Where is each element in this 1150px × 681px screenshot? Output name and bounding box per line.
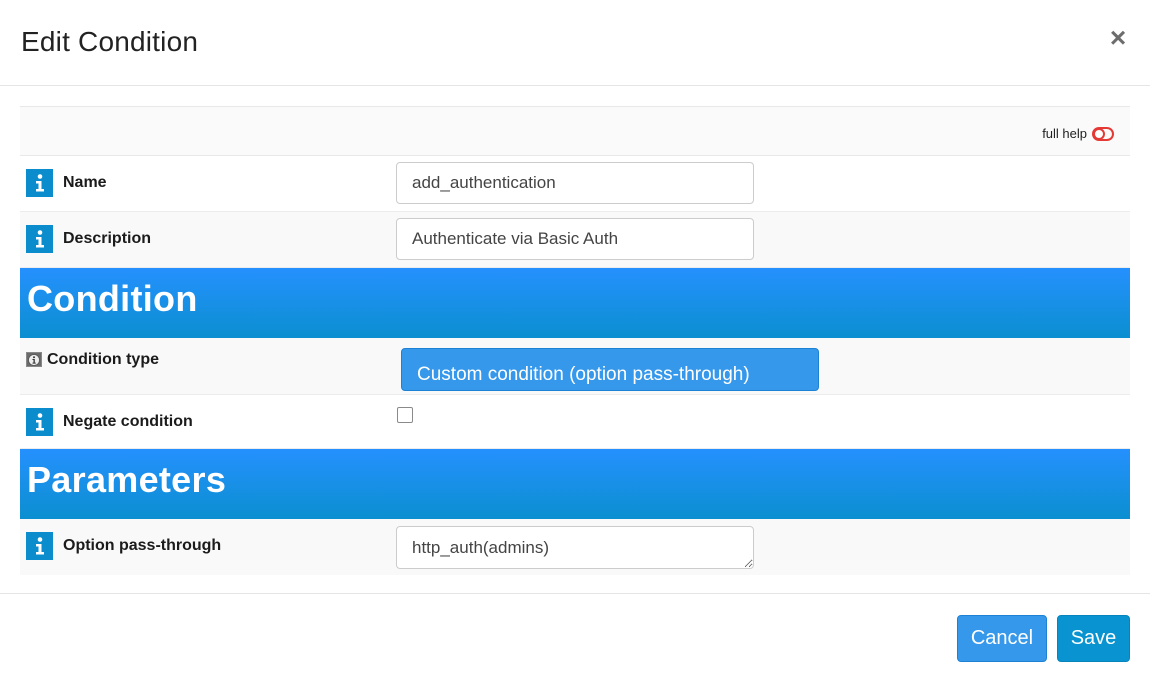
description-input[interactable] [396,218,754,260]
condition-section-header: Condition [20,268,1130,338]
condition-section-title: Condition [27,278,198,319]
parameters-section-title: Parameters [27,459,227,500]
dialog-body: full help Name Description [20,106,1130,575]
save-button[interactable]: Save [1057,615,1130,662]
description-row: Description [20,212,1130,268]
option-pass-through-textarea[interactable]: http_auth(admins) [396,526,754,569]
dialog-header: Edit Condition × [0,0,1150,86]
option-pass-through-row: Option pass-through http_auth(admins) [20,519,1130,575]
info-icon[interactable] [26,408,53,436]
description-label: Description [63,230,152,247]
negate-condition-row: Negate condition [20,395,1130,449]
full-help-label: full help [1042,126,1087,141]
condition-type-select[interactable]: Custom condition (option pass-through) [401,348,819,391]
close-icon: × [1109,22,1127,53]
condition-type-row: Condition type Custom condition (option … [20,338,1130,395]
help-row: full help [20,106,1130,156]
negate-condition-checkbox[interactable] [397,407,413,423]
close-button[interactable]: × [1106,24,1130,52]
info-icon[interactable] [26,225,53,253]
parameters-section-header: Parameters [20,449,1130,519]
full-help-toggle[interactable]: full help [1042,126,1114,141]
name-label: Name [63,174,107,191]
name-row: Name [20,156,1130,212]
name-input[interactable] [396,162,754,204]
cancel-button[interactable]: Cancel [957,615,1047,662]
dialog-footer: Cancel Save [0,593,1150,681]
info-icon[interactable] [26,532,53,560]
option-pass-through-label: Option pass-through [63,537,222,554]
negate-condition-label: Negate condition [63,413,193,430]
info-small-icon[interactable] [26,352,42,367]
info-icon[interactable] [26,169,53,197]
toggle-off-icon[interactable] [1092,126,1114,141]
edit-condition-dialog: Edit Condition × full help Name add_auth… [0,0,1150,681]
dialog-title: Edit Condition [21,26,199,57]
condition-type-label: Condition type [47,351,159,368]
